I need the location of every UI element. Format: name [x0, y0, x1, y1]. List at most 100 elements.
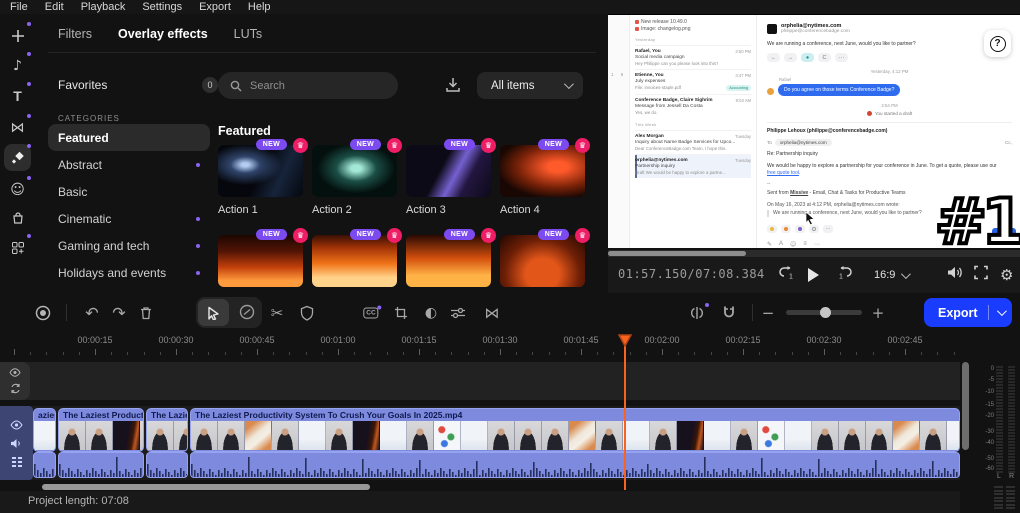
slip-tool-button[interactable] [238, 303, 256, 326]
export-button[interactable]: Export [924, 298, 1012, 327]
store-icon[interactable] [4, 204, 31, 231]
more-tools-icon[interactable] [4, 234, 31, 261]
chevron-down-icon [996, 306, 1007, 317]
detach-audio-button[interactable] [689, 302, 709, 320]
category-basic[interactable]: Basic [48, 178, 210, 205]
effect-label: Action 3 [406, 204, 446, 216]
tab-overlay-effects[interactable]: Overlay effects [118, 27, 208, 41]
category-holidays-and-events[interactable]: Holidays and events [48, 259, 210, 286]
timeline-clip[interactable]: The Lazie [146, 408, 188, 452]
video-preview[interactable]: 1 6 New release 10.49.0 Image: changelog… [608, 8, 1020, 248]
delete-button[interactable] [139, 305, 153, 320]
text-tool-icon[interactable]: T [4, 82, 31, 109]
crop-button[interactable] [394, 306, 408, 320]
transitions-icon[interactable]: ⋈ [4, 114, 31, 141]
new-badge: NEW [537, 229, 569, 240]
track-mute-speaker-icon[interactable] [10, 438, 23, 449]
slider-handle[interactable] [820, 307, 831, 318]
effects-icon[interactable] [4, 144, 31, 171]
more-reactions: ⋯ [823, 225, 833, 233]
zoom-out-button[interactable]: − [762, 304, 775, 322]
audio-clip[interactable] [58, 452, 144, 478]
fullscreen-icon[interactable] [974, 265, 988, 285]
category-gaming-and-tech[interactable]: Gaming and tech [48, 232, 210, 259]
attachment-icon [635, 26, 639, 31]
track-sync-icon[interactable] [10, 383, 21, 394]
search-input[interactable] [250, 79, 380, 92]
tab-filters[interactable]: Filters [58, 27, 92, 41]
filters-sliders-button[interactable] [450, 307, 466, 319]
timeline-zoom-slider[interactable] [786, 307, 862, 318]
timeline-ruler[interactable]: 00:00:15 00:00:30 00:00:45 00:01:00 00:01:15… [0, 332, 970, 360]
email-list-item[interactable]: Alex Morgan Tuesday Inquiry about Name Bad… [635, 130, 751, 154]
email-list-item[interactable]: Rafael, You 3:50 PM Social media campaign H… [635, 45, 751, 69]
preview-settings-gear-icon[interactable]: ⚙ [1000, 266, 1013, 284]
effect-thumbnail[interactable]: NEW ♛ [500, 138, 590, 197]
playhead-line[interactable] [624, 345, 626, 490]
items-filter-dropdown[interactable]: All items [477, 72, 583, 99]
category-featured[interactable]: Featured [48, 124, 210, 151]
effect-thumbnail[interactable]: NEW ♛ [500, 228, 590, 287]
effect-thumbnail[interactable]: NEW ♛ [218, 228, 308, 287]
favorites-row[interactable]: Favorites 0 [58, 77, 218, 93]
premium-crown-icon: ♛ [387, 138, 402, 153]
video-track[interactable]: aziest The Laziest Product The Lazie The La… [0, 406, 960, 480]
timeline-clip[interactable]: aziest [33, 408, 56, 452]
effect-thumbnail[interactable]: NEW ♛ [406, 228, 496, 287]
search-box[interactable] [218, 72, 398, 99]
shield-mask-button[interactable] [300, 305, 314, 321]
tab-luts[interactable]: LUTs [234, 27, 262, 41]
volume-icon[interactable] [947, 266, 963, 285]
timeline-clip[interactable]: The Laziest Productivity System To Crush… [190, 408, 960, 452]
playhead-handle[interactable] [618, 334, 632, 347]
redo-button[interactable]: ↷ [112, 303, 125, 322]
audio-clip[interactable] [33, 452, 56, 478]
snap-magnet-button[interactable] [722, 305, 736, 320]
audio-clip[interactable] [190, 452, 960, 478]
add-media-icon[interactable] [4, 22, 31, 49]
add-transition-button[interactable]: ⋈ [485, 304, 500, 322]
timeline-horizontal-scrollbar[interactable] [42, 484, 370, 490]
overlay-track[interactable] [0, 362, 960, 400]
premium-crown-icon: ♛ [575, 138, 590, 153]
preview-scrollbar[interactable] [608, 250, 1020, 257]
category-abstract[interactable]: Abstract [48, 151, 210, 178]
menu-playback[interactable]: Playback [81, 1, 126, 13]
email-list-item[interactable]: Etienne, You 3:47 PM July expenses File: in… [635, 69, 751, 94]
scrollbar-thumb[interactable] [608, 251, 746, 256]
undo-button[interactable]: ↶ [85, 303, 98, 322]
email-list-item[interactable]: Conference Badge, Claire Sighrim 8:03 AM M… [635, 94, 751, 118]
color-adjust-button[interactable]: ◐ [425, 305, 437, 321]
menu-export[interactable]: Export [199, 1, 231, 13]
play-button[interactable] [808, 268, 819, 282]
previous-frame-button[interactable]: 1 [778, 265, 795, 285]
effect-thumbnail[interactable]: NEW ♛ [312, 228, 402, 287]
menu-settings[interactable]: Settings [142, 1, 182, 13]
split-scissors-button[interactable]: ✂ [271, 304, 284, 322]
track-visibility-eye-icon[interactable] [9, 368, 21, 377]
ruler-tick [500, 349, 501, 355]
aspect-ratio-dropdown[interactable]: 16:9 [874, 268, 912, 281]
record-button[interactable] [35, 305, 51, 321]
subtitles-button[interactable]: CC [363, 305, 382, 318]
timeline-clip[interactable]: The Laziest Product [58, 408, 144, 452]
menu-file[interactable]: File [10, 1, 28, 13]
effect-thumbnail[interactable]: NEW ♛ [312, 138, 402, 197]
vertical-scrollbar[interactable] [962, 362, 969, 450]
effect-thumbnail[interactable]: NEW ♛ [218, 138, 308, 197]
menu-edit[interactable]: Edit [45, 1, 64, 13]
category-cinematic[interactable]: Cinematic [48, 205, 210, 232]
track-visibility-eye-icon[interactable] [10, 419, 23, 430]
track-options-icon[interactable] [11, 456, 23, 467]
email-list-item[interactable]: orphelia@nytimes.com Tuesday Partnership i… [635, 154, 751, 178]
new-badge: NEW [349, 139, 381, 150]
audio-icon[interactable]: ♪ [4, 52, 31, 79]
effect-thumbnail[interactable]: NEW ♛ [406, 138, 496, 197]
next-frame-button[interactable]: 1 [836, 265, 853, 285]
zoom-in-button[interactable]: + [872, 304, 885, 322]
audio-clip[interactable] [146, 452, 188, 478]
download-icon[interactable] [444, 76, 464, 96]
stickers-icon[interactable]: ☺ [4, 176, 31, 203]
select-tool-button[interactable] [198, 299, 229, 326]
menu-help[interactable]: Help [248, 1, 271, 13]
